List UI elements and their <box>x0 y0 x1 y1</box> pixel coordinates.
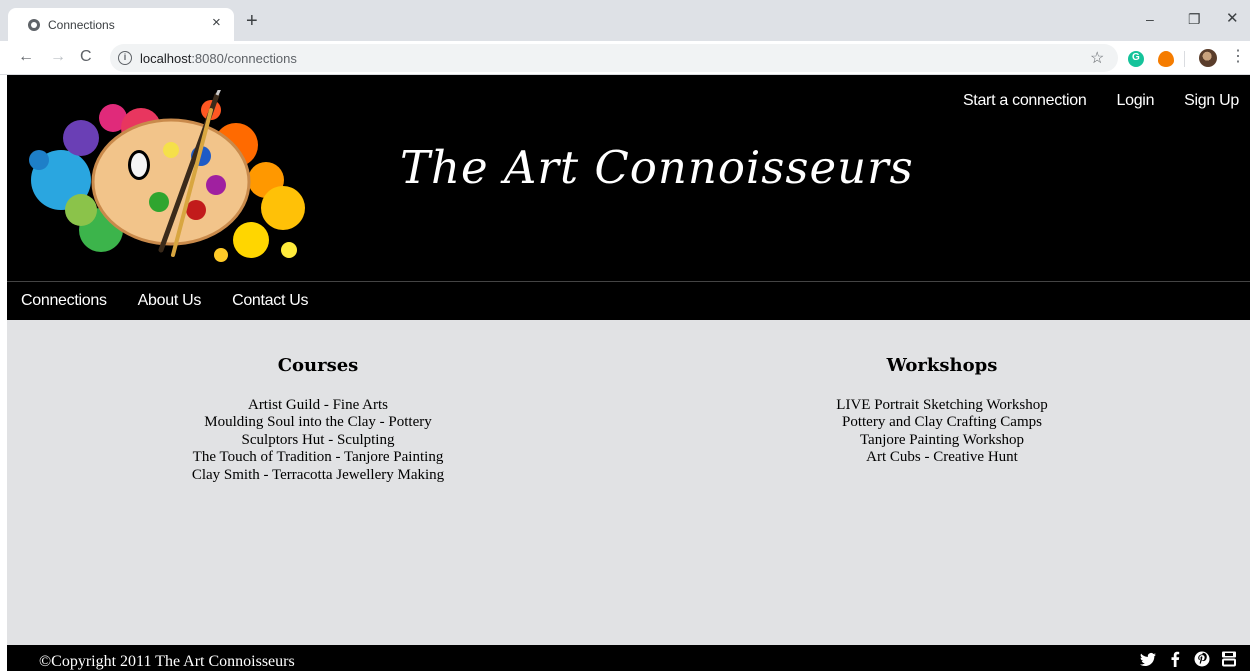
workshop-item[interactable]: Art Cubs - Creative Hunt <box>782 449 1102 466</box>
url-text[interactable]: localhost:8080/connections <box>140 51 297 66</box>
grammarly-extension-icon[interactable] <box>1128 51 1144 67</box>
facebook-icon[interactable] <box>1167 651 1183 667</box>
site-footer: ©Copyright 2011 The Art Connoisseurs <box>7 645 1250 671</box>
courses-section: Courses Artist Guild - Fine Arts Mouldin… <box>158 355 478 484</box>
browser-menu-icon[interactable]: ⋮ <box>1230 48 1246 66</box>
sign-up-link[interactable]: Sign Up <box>1184 92 1239 110</box>
browser-tabstrip: Connections × + – ❐ ✕ <box>0 0 1250 41</box>
workshop-item[interactable]: Tanjore Painting Workshop <box>782 432 1102 449</box>
page: The Art Connoisseurs Start a connection … <box>7 75 1250 671</box>
youtube-icon[interactable] <box>1221 651 1237 667</box>
toolbar-divider <box>1184 51 1185 67</box>
workshop-item[interactable]: LIVE Portrait Sketching Workshop <box>782 397 1102 414</box>
copyright-text: ©Copyright 2011 The Art Connoisseurs <box>39 653 295 670</box>
profile-avatar[interactable] <box>1199 49 1217 67</box>
social-links <box>1140 651 1237 667</box>
workshops-section: Workshops LIVE Portrait Sketching Worksh… <box>782 355 1102 467</box>
course-item[interactable]: Artist Guild - Fine Arts <box>158 397 478 414</box>
workshop-item[interactable]: Pottery and Clay Crafting Camps <box>782 414 1102 431</box>
nav-link-connections[interactable]: Connections <box>21 292 107 310</box>
tab-title: Connections <box>48 18 115 32</box>
site-header: The Art Connoisseurs Start a connection … <box>7 75 1250 281</box>
course-item[interactable]: Moulding Soul into the Clay - Pottery <box>158 414 478 431</box>
art-palette-logo <box>29 90 305 262</box>
start-connection-link[interactable]: Start a connection <box>963 92 1087 110</box>
course-item[interactable]: The Touch of Tradition - Tanjore Paintin… <box>158 449 478 466</box>
bookmark-star-icon[interactable]: ☆ <box>1090 48 1104 68</box>
login-link[interactable]: Login <box>1117 92 1155 110</box>
main-nav: Connections About Us Contact Us <box>7 281 1250 320</box>
forward-button[interactable]: → <box>50 48 66 66</box>
restore-button[interactable]: ❐ <box>1188 11 1201 27</box>
workshops-list: LIVE Portrait Sketching Workshop Pottery… <box>782 397 1102 467</box>
minimize-button[interactable]: – <box>1146 11 1154 27</box>
new-tab-button[interactable]: + <box>246 11 258 31</box>
fire-extension-icon[interactable] <box>1158 51 1174 67</box>
twitter-icon[interactable] <box>1140 651 1156 667</box>
back-button[interactable]: ← <box>18 48 34 66</box>
nav-links: Connections About Us Contact Us <box>21 292 309 310</box>
reload-button[interactable]: C <box>80 48 92 66</box>
top-links: Start a connection Login Sign Up <box>963 92 1239 110</box>
window-close-button[interactable]: ✕ <box>1226 11 1239 27</box>
nav-link-contact-us[interactable]: Contact Us <box>232 292 308 310</box>
tab-close-icon[interactable]: × <box>212 15 221 31</box>
address-bar[interactable]: i localhost:8080/connections ☆ <box>110 44 1118 72</box>
browser-toolbar: ← → C i localhost:8080/connections ☆ ⋮ <box>0 41 1250 75</box>
url-host: localhost <box>140 51 192 66</box>
globe-icon <box>28 19 40 31</box>
course-item[interactable]: Clay Smith - Terracotta Jewellery Making <box>158 467 478 484</box>
courses-heading: Courses <box>277 355 359 376</box>
browser-tab[interactable]: Connections × <box>8 8 234 41</box>
nav-link-about-us[interactable]: About Us <box>138 292 202 310</box>
courses-list: Artist Guild - Fine Arts Moulding Soul i… <box>158 397 478 484</box>
workshops-heading: Workshops <box>886 355 998 376</box>
pinterest-icon[interactable] <box>1194 651 1210 667</box>
info-icon[interactable]: i <box>118 51 132 65</box>
url-path: :8080/connections <box>191 51 297 66</box>
site-title: The Art Connoisseurs <box>400 141 914 194</box>
course-item[interactable]: Sculptors Hut - Sculpting <box>158 432 478 449</box>
